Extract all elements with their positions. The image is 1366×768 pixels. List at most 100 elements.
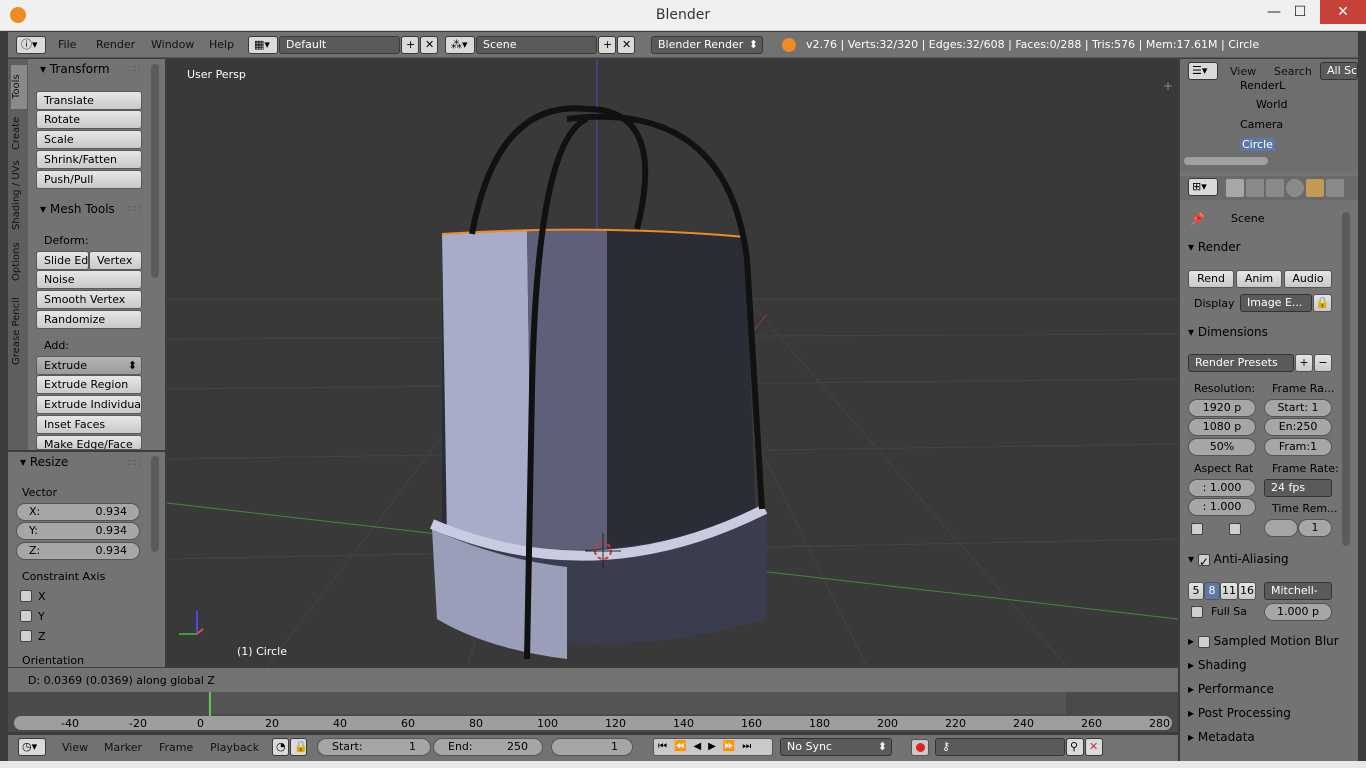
push-pull-button[interactable]: Push/Pull: [36, 170, 142, 189]
redo-panel-scrollbar[interactable]: [151, 456, 159, 552]
anti-aliasing-checkbox[interactable]: ✓: [1197, 553, 1210, 569]
outliner-item-world[interactable]: World: [1256, 98, 1288, 111]
shading-panel-header[interactable]: ▸ Shading: [1188, 658, 1247, 672]
insert-keyframe-button[interactable]: ⚲: [1066, 738, 1084, 756]
tab-tools[interactable]: Tools: [11, 65, 27, 109]
post-processing-panel-header[interactable]: ▸ Post Processing: [1188, 706, 1291, 720]
scene-tab-icon[interactable]: [1266, 179, 1284, 197]
frame-rate-dropdown[interactable]: 24 fps: [1264, 479, 1332, 497]
layout-type-icon[interactable]: ▦▾: [248, 36, 278, 54]
tab-grease-pencil[interactable]: Grease Pencil: [11, 291, 27, 371]
mesh-tools-panel-header[interactable]: ▾ Mesh Tools: [40, 202, 115, 216]
render-button[interactable]: Rend: [1188, 270, 1234, 288]
outliner-item-camera[interactable]: Camera: [1240, 118, 1283, 131]
dimensions-panel-header[interactable]: ▾ Dimensions: [1188, 325, 1268, 339]
constraint-x-checkbox[interactable]: [20, 590, 32, 602]
end-frame-field[interactable]: End: 250: [433, 738, 543, 756]
outliner-item-renderlayers[interactable]: RenderL: [1240, 79, 1285, 92]
layout-field[interactable]: Default: [279, 36, 400, 54]
current-frame-marker[interactable]: [209, 692, 211, 716]
outliner-menu-view[interactable]: View: [1230, 65, 1256, 78]
shrink-fatten-button[interactable]: Shrink/Fatten: [36, 150, 142, 169]
resolution-y-field[interactable]: 1080 p: [1188, 418, 1256, 436]
render-presets-dropdown[interactable]: Render Presets: [1188, 354, 1294, 372]
make-edge-face-button[interactable]: Make Edge/Face: [36, 435, 142, 450]
aspect-x-field[interactable]: : 1.000: [1188, 479, 1256, 497]
outliner-filter-dropdown[interactable]: All Sc: [1320, 62, 1358, 80]
audio-button[interactable]: Audio: [1284, 270, 1332, 288]
outliner-editor-type[interactable]: ☰▾: [1188, 62, 1218, 80]
extrude-dropdown[interactable]: Extrude ⬍: [36, 356, 142, 375]
scene-field[interactable]: Scene: [476, 36, 597, 54]
record-button[interactable]: [911, 739, 929, 756]
outliner-hscroll[interactable]: [1184, 157, 1268, 165]
translate-button[interactable]: Translate: [36, 91, 142, 110]
aa-samples-5[interactable]: 5: [1188, 582, 1204, 600]
resolution-x-field[interactable]: 1920 p: [1188, 399, 1256, 417]
timeline-menu-playback[interactable]: Playback: [210, 741, 259, 754]
outliner[interactable]: ☰▾ View Search All Sc RenderL World Came…: [1180, 59, 1358, 172]
time-remap-old-field[interactable]: [1264, 519, 1298, 537]
smooth-vertex-button[interactable]: Smooth Vertex: [36, 290, 142, 309]
rotate-button[interactable]: Rotate: [36, 110, 142, 129]
noise-button[interactable]: Noise: [36, 270, 142, 289]
vector-z-field[interactable]: Z: 0.934: [16, 542, 140, 560]
full-sample-checkbox[interactable]: [1191, 606, 1203, 618]
vector-x-field[interactable]: X: 0.934: [16, 503, 140, 521]
aa-filter-dropdown[interactable]: Mitchell-: [1264, 582, 1332, 600]
constraints-tab-icon[interactable]: [1326, 179, 1344, 197]
menu-file[interactable]: File: [58, 38, 76, 51]
properties-editor-type[interactable]: ⊞▾: [1188, 178, 1218, 196]
tab-options[interactable]: Options: [11, 237, 27, 287]
performance-panel-header[interactable]: ▸ Performance: [1188, 682, 1274, 696]
current-frame-field[interactable]: 1: [551, 738, 633, 756]
frame-step-field[interactable]: Fram:1: [1264, 438, 1332, 456]
timeline-menu-marker[interactable]: Marker: [104, 741, 142, 754]
resize-panel-header[interactable]: ▾ Resize: [20, 455, 68, 469]
menu-help[interactable]: Help: [209, 38, 234, 51]
aa-samples-16[interactable]: 16: [1238, 582, 1256, 600]
aspect-y-field[interactable]: : 1.000: [1188, 498, 1256, 516]
randomize-button[interactable]: Randomize: [36, 310, 142, 329]
delete-keyframe-button[interactable]: ✕: [1085, 738, 1103, 756]
tab-shading-uvs[interactable]: Shading / UVs: [11, 157, 27, 233]
start-frame-field[interactable]: Start: 1: [317, 738, 431, 756]
transform-panel-header[interactable]: ▾ Transform: [40, 62, 110, 76]
object-tab-icon[interactable]: [1306, 179, 1324, 197]
border-checkbox[interactable]: [1191, 523, 1203, 535]
frame-end-field[interactable]: En:250: [1264, 418, 1332, 436]
outliner-item-circle[interactable]: Circle: [1240, 138, 1275, 151]
properties-scrollbar[interactable]: [1342, 212, 1350, 546]
remove-layout-button[interactable]: ✕: [420, 36, 438, 54]
slide-edge-button[interactable]: Slide Ed: [36, 251, 89, 270]
scene-type-icon[interactable]: ⁂▾: [445, 36, 475, 54]
menu-window[interactable]: Window: [151, 38, 194, 51]
metadata-panel-header[interactable]: ▸ Metadata: [1188, 730, 1255, 744]
animation-button[interactable]: Anim: [1236, 270, 1282, 288]
add-layout-button[interactable]: +: [401, 36, 419, 54]
aa-filter-size-field[interactable]: 1.000 p: [1264, 603, 1332, 621]
anti-aliasing-panel-header[interactable]: ▾ ✓ Anti-Aliasing: [1188, 552, 1289, 569]
remove-preset-button[interactable]: −: [1314, 354, 1332, 372]
motion-blur-checkbox[interactable]: [1197, 635, 1210, 648]
timeline-menu-frame[interactable]: Frame: [159, 741, 193, 754]
editor-type-button[interactable]: ⓘ▾: [16, 36, 46, 54]
tab-create[interactable]: Create: [11, 111, 27, 155]
keying-set-field[interactable]: ⚷: [935, 738, 1065, 756]
aa-samples-11[interactable]: 11: [1220, 582, 1238, 600]
outliner-menu-search[interactable]: Search: [1274, 65, 1312, 78]
timeline-area[interactable]: -40 -20 0 20 40 60 80 100 120 140 160 180 200 220 240 2…: [8, 692, 1178, 732]
render-layers-tab-icon[interactable]: [1246, 179, 1264, 197]
close-button[interactable]: ✕: [1320, 0, 1366, 24]
add-scene-button[interactable]: +: [598, 36, 616, 54]
add-preset-button[interactable]: +: [1295, 354, 1313, 372]
inset-faces-button[interactable]: Inset Faces: [36, 415, 142, 434]
render-panel-header[interactable]: ▾ Render: [1188, 240, 1241, 254]
constraint-z-checkbox[interactable]: [20, 630, 32, 642]
display-dropdown[interactable]: Image E...: [1240, 294, 1312, 312]
crop-checkbox[interactable]: [1229, 523, 1241, 535]
resolution-percentage-field[interactable]: 50%: [1188, 438, 1256, 456]
maximize-button[interactable]: ☐: [1278, 0, 1322, 24]
menu-render[interactable]: Render: [96, 38, 135, 51]
time-remap-new-field[interactable]: 1: [1298, 519, 1332, 537]
